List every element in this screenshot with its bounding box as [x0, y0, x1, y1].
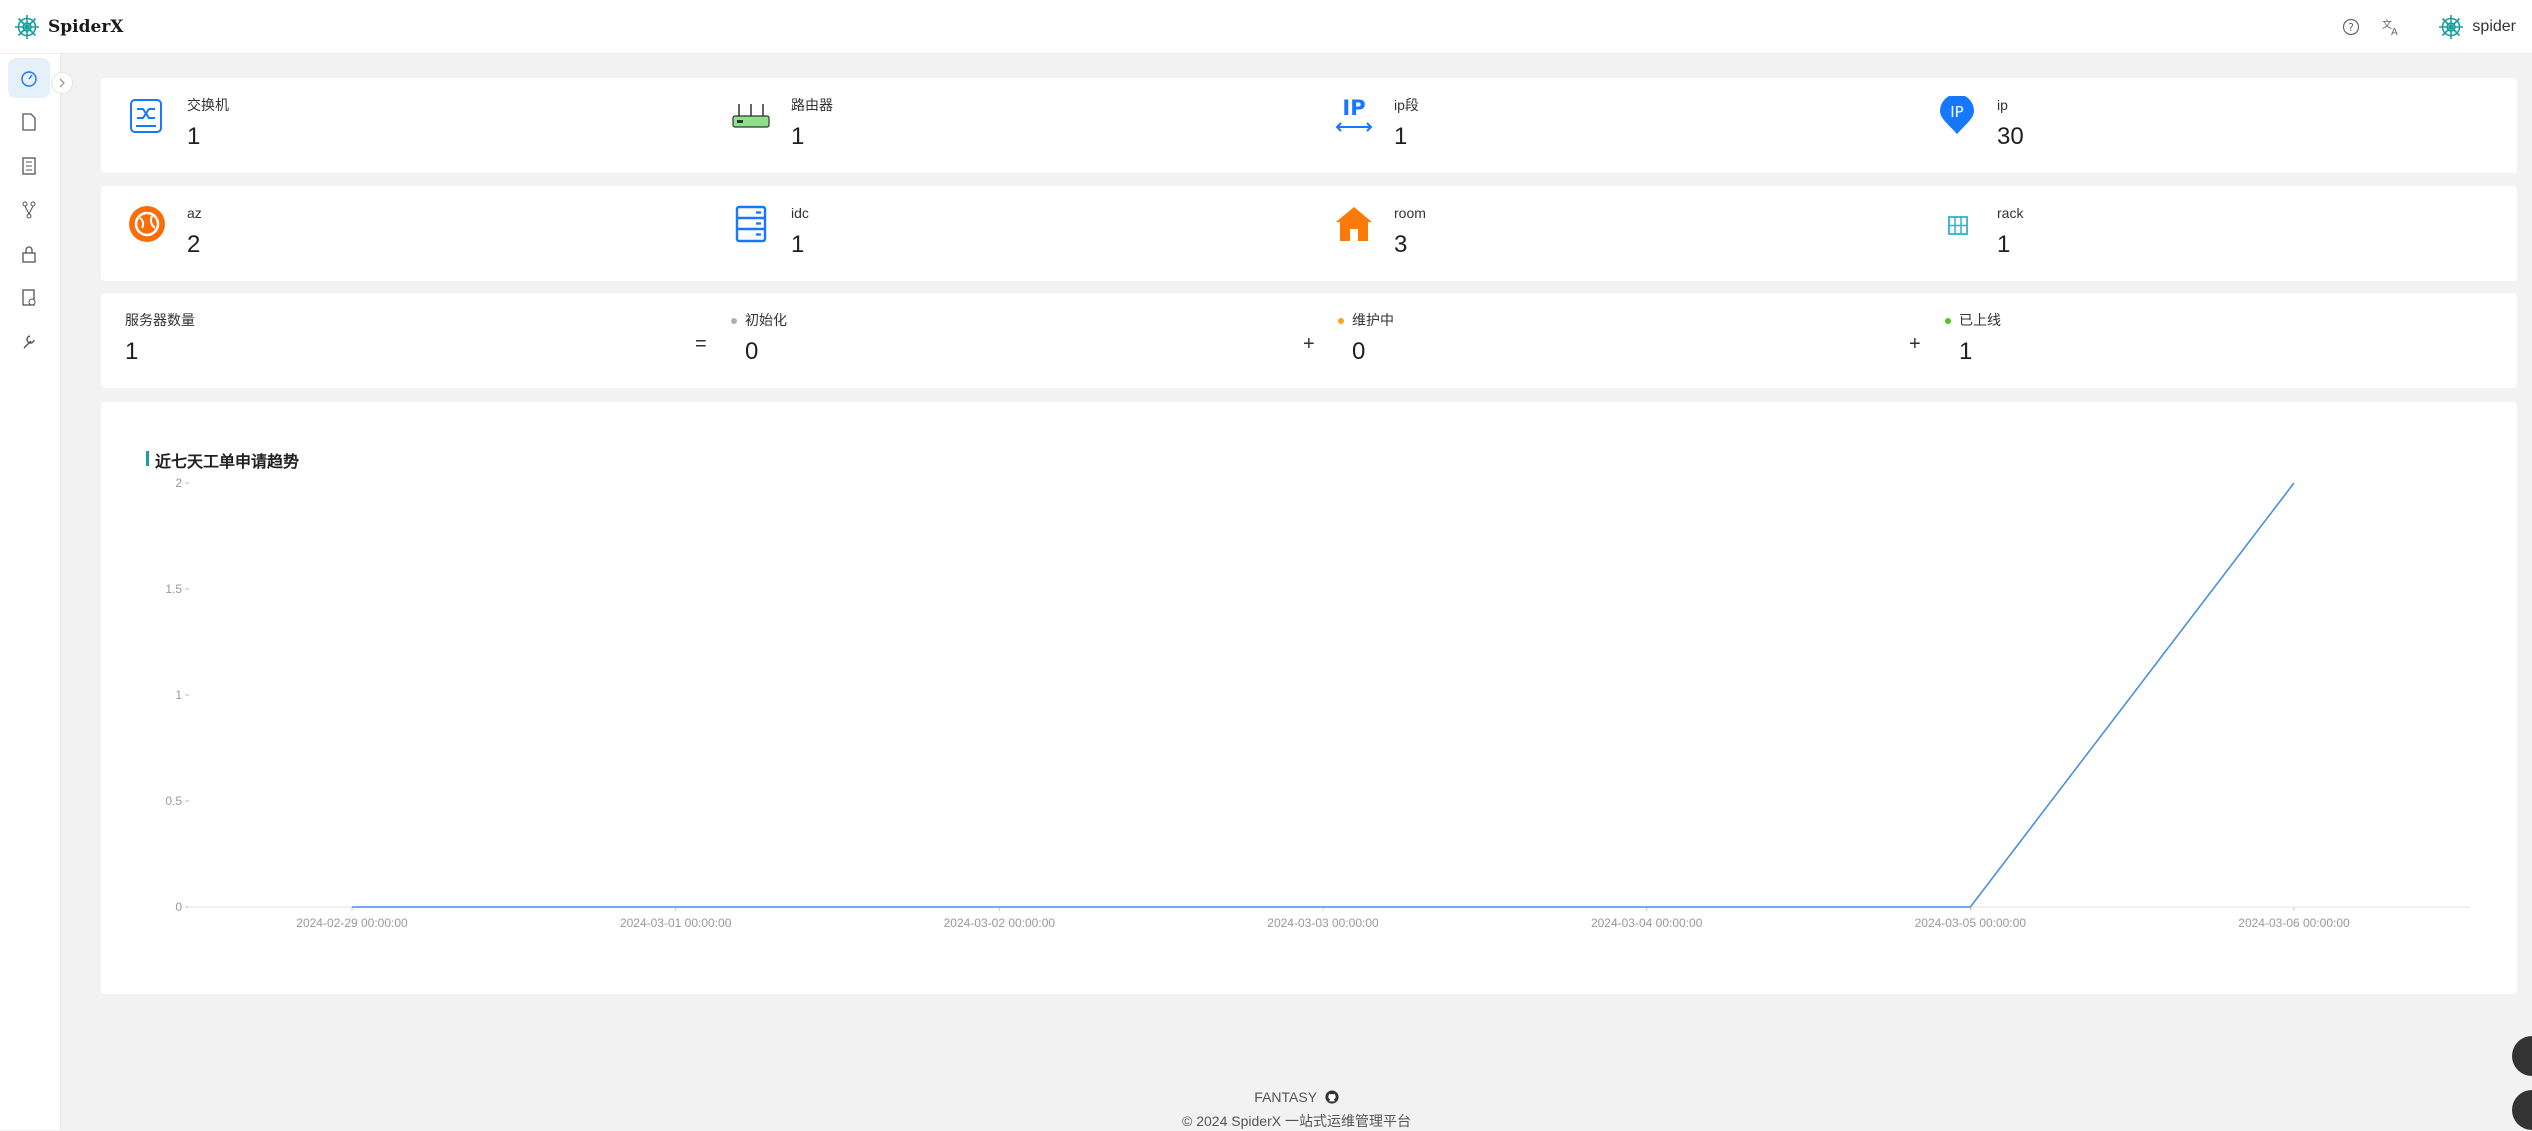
- translate-icon[interactable]: 文A: [2380, 16, 2402, 38]
- plus-sign: +: [1303, 333, 1315, 355]
- stat-value: 3: [1394, 231, 1408, 258]
- server-count-card: 服务器数量 1 = 初始化 0 + 维护中 0 + 已上线 1: [101, 293, 2517, 388]
- user-avatar-icon: [2439, 15, 2464, 39]
- server-total-label: 服务器数量: [125, 312, 195, 328]
- stat-router[interactable]: 路由器 1: [731, 96, 833, 151]
- server-online-label: 已上线: [1959, 312, 2001, 328]
- user-menu[interactable]: spider: [2438, 14, 2516, 40]
- sidebar-item-tools[interactable]: [8, 322, 50, 362]
- stat-label: ip: [1997, 97, 2008, 113]
- lock-icon: [22, 246, 36, 263]
- chart-card: [101, 402, 2517, 994]
- footer-brand-text: FANTASY: [1254, 1089, 1317, 1105]
- ip-range-icon: IP: [1335, 96, 1373, 132]
- stat-value: 1: [791, 231, 805, 258]
- stat-idc[interactable]: idc 1: [731, 204, 809, 259]
- server-maint-label: 维护中: [1352, 312, 1394, 328]
- stat-room[interactable]: room 3: [1334, 204, 1426, 259]
- branch-icon: [22, 201, 36, 219]
- document-icon: [22, 113, 36, 131]
- server-total-value: 1: [125, 338, 139, 365]
- server-rack-icon: [735, 205, 767, 243]
- stat-value: 1: [791, 123, 805, 150]
- server-init[interactable]: 初始化 0: [731, 311, 787, 366]
- footer-brand[interactable]: FANTASY: [61, 1089, 2532, 1105]
- dashboard-icon: [21, 71, 37, 87]
- stats-card-location: az 2 idc 1 room 3 rack 1: [101, 186, 2517, 281]
- spider-web-logo-icon: [15, 15, 39, 39]
- stat-label: ip段: [1394, 97, 1419, 113]
- sidebar-collapse-button[interactable]: [51, 72, 73, 94]
- switch-icon: [130, 99, 162, 133]
- house-icon: [1336, 207, 1372, 241]
- chart-title-accent: [146, 451, 149, 466]
- stat-label: 交换机: [187, 97, 229, 113]
- svg-text:?: ?: [2349, 21, 2355, 34]
- sidebar-item-security[interactable]: [8, 234, 50, 274]
- stat-value: 30: [1997, 123, 2024, 150]
- server-online-value: 1: [1959, 338, 1973, 365]
- sidebar-item-dashboard[interactable]: [8, 58, 50, 98]
- server-total: 服务器数量 1: [125, 311, 195, 366]
- app-logo[interactable]: SpiderX: [14, 14, 123, 40]
- github-icon[interactable]: [1325, 1090, 1339, 1104]
- stat-value: 2: [187, 231, 201, 258]
- stat-switch[interactable]: 交换机 1: [127, 96, 229, 151]
- svg-text:IP: IP: [1950, 103, 1963, 121]
- server-maint-value: 0: [1352, 338, 1366, 365]
- stat-ip[interactable]: IP ip 30: [1937, 96, 2024, 151]
- stat-label: 路由器: [791, 97, 833, 113]
- footer-copyright: © 2024 SpiderX 一站式运维管理平台: [1182, 1113, 1411, 1129]
- equals-sign: =: [695, 333, 707, 355]
- stat-value: 1: [1394, 123, 1408, 150]
- status-dot-maint: [1338, 318, 1344, 325]
- app-name: SpiderX: [48, 17, 124, 37]
- stat-value: 1: [187, 123, 201, 150]
- help-icon[interactable]: ?: [2340, 16, 2362, 38]
- sidebar-item-ledger[interactable]: [8, 146, 50, 186]
- server-maint[interactable]: 维护中 0: [1338, 311, 1394, 366]
- sidebar-item-audit[interactable]: [8, 278, 50, 318]
- stats-card-network: 交换机 1 路由器 1 IP ip段 1 IP ip 30: [101, 78, 2517, 173]
- server-init-value: 0: [745, 338, 759, 365]
- globe-icon: [129, 206, 165, 242]
- sidebar-item-documents[interactable]: [8, 102, 50, 142]
- stat-label: room: [1394, 205, 1426, 221]
- server-init-label: 初始化: [745, 312, 787, 328]
- router-icon: [732, 104, 770, 128]
- server-online[interactable]: 已上线 1: [1945, 311, 2001, 366]
- status-dot-init: [731, 318, 737, 325]
- top-bar: SpiderX ? 文A spider: [0, 0, 2532, 54]
- floating-tool-button[interactable]: [2512, 1036, 2532, 1076]
- sidebar: [0, 54, 61, 1130]
- wrench-icon: [23, 335, 35, 349]
- sidebar-item-branch[interactable]: [8, 190, 50, 230]
- stat-label: idc: [791, 205, 809, 221]
- stat-value: 1: [1997, 231, 2011, 258]
- stat-ip-range[interactable]: IP ip段 1: [1334, 96, 1419, 151]
- chart-title: 近七天工单申请趋势: [155, 454, 300, 471]
- status-dot-online: [1945, 318, 1951, 325]
- book-icon: [22, 157, 36, 175]
- stat-label: rack: [1997, 205, 2024, 221]
- svg-text:A: A: [2391, 27, 2398, 37]
- username: spider: [2472, 18, 2516, 35]
- plus-sign: +: [1909, 333, 1921, 355]
- audit-icon: [22, 289, 36, 306]
- svg-text:IP: IP: [1342, 96, 1365, 120]
- chevron-right-icon: [59, 78, 65, 88]
- ip-pin-icon: IP: [1940, 96, 1974, 134]
- rack-icon: [1948, 216, 1968, 235]
- stat-label: az: [187, 205, 202, 221]
- stat-az[interactable]: az 2: [127, 204, 202, 259]
- stat-rack[interactable]: rack 1: [1937, 204, 2023, 259]
